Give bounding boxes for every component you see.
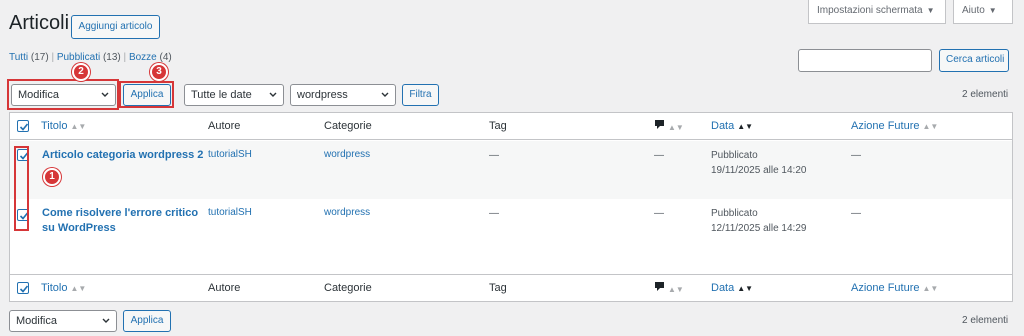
step-badge-2: 2: [72, 63, 90, 81]
table-footer: Titolo ▲▼ Autore Categorie Tag ▲▼ Data ▲▼ …: [10, 274, 1012, 301]
page-title: Articoli: [9, 12, 70, 34]
check-icon: [19, 285, 29, 293]
column-author: Autore: [208, 120, 241, 132]
post-title-line: Come risolvere l'errore critico: [42, 207, 199, 219]
column-author: Autore: [208, 282, 241, 294]
chevron-down-icon: [381, 92, 389, 97]
post-comments: —: [654, 150, 664, 161]
post-tags: —: [489, 208, 499, 219]
comment-icon: [655, 282, 664, 291]
post-title-link[interactable]: Come risolvere l'errore critico su WordP…: [42, 206, 198, 236]
category-filter-value: wordpress: [297, 89, 348, 101]
post-date: 19/11/2025 alle 14:20: [711, 165, 807, 176]
column-date-label: Data: [711, 120, 735, 132]
highlight-apply-button: [119, 81, 174, 108]
column-title-label: Titolo: [41, 282, 68, 294]
items-count-top: 2 elementi: [962, 89, 1009, 100]
step-badge-3: 3: [150, 63, 168, 81]
select-all-checkbox-bottom[interactable]: [17, 282, 29, 294]
column-date-label: Data: [711, 282, 735, 294]
post-date: 12/11/2025 alle 14:29: [711, 223, 807, 234]
column-categories: Categorie: [324, 120, 372, 132]
chevron-down-icon: [269, 92, 277, 97]
column-comments-sort[interactable]: ▲▼: [654, 281, 684, 295]
post-status: Pubblicato: [711, 208, 758, 219]
table-row: Articolo categoria wordpress 2 tutorialS…: [10, 141, 1012, 199]
screen-options-label: Impostazioni schermata: [817, 5, 923, 16]
post-comments: —: [654, 208, 664, 219]
post-title-line: su WordPress: [42, 222, 116, 234]
view-all-link[interactable]: Tutti: [9, 52, 28, 63]
category-filter-select[interactable]: wordpress: [290, 84, 396, 106]
sort-icon: ▲▼: [70, 122, 87, 131]
column-future-action-label: Azione Future: [851, 120, 920, 132]
view-published-link[interactable]: Pubblicati: [57, 52, 100, 63]
select-all-checkbox[interactable]: [17, 120, 29, 132]
caret-down-icon: ▼: [988, 6, 997, 15]
sort-desc-icon: ▲▼: [737, 284, 754, 293]
items-count-bottom: 2 elementi: [962, 315, 1009, 326]
view-separator: |: [123, 52, 127, 63]
filter-button[interactable]: Filtra: [402, 84, 439, 106]
post-future-action: —: [851, 150, 861, 161]
bulk-action-select-bottom[interactable]: Modifica: [9, 310, 117, 332]
add-new-post-button[interactable]: Aggiungi articolo: [71, 15, 160, 39]
screen-options-button[interactable]: Impostazioni schermata ▼: [808, 0, 946, 24]
post-category-link[interactable]: wordpress: [324, 149, 370, 160]
view-drafts-link[interactable]: Bozze: [129, 52, 157, 63]
view-all-count: (17): [30, 52, 49, 63]
date-filter-select[interactable]: Tutte le date: [184, 84, 284, 106]
post-title-link[interactable]: Articolo categoria wordpress 2: [42, 148, 203, 163]
post-author-link[interactable]: tutorialSH: [208, 207, 252, 218]
column-title-sort[interactable]: Titolo ▲▼: [41, 120, 86, 132]
column-future-action-sort[interactable]: Azione Future ▲▼: [851, 120, 938, 132]
column-future-action-sort[interactable]: Azione Future ▲▼: [851, 282, 938, 294]
sort-icon: ▲▼: [70, 284, 87, 293]
table-header: Titolo ▲▼ Autore Categorie Tag ▲▼ Data ▲▼ …: [10, 113, 1012, 140]
column-date-sort[interactable]: Data ▲▼: [711, 120, 753, 132]
post-author-link[interactable]: tutorialSH: [208, 149, 252, 160]
column-comments-sort[interactable]: ▲▼: [654, 119, 684, 133]
view-separator: |: [51, 52, 55, 63]
caret-down-icon: ▼: [926, 6, 935, 15]
column-future-action-label: Azione Future: [851, 282, 920, 294]
view-drafts-count: (4): [159, 52, 172, 63]
column-tags: Tag: [489, 282, 507, 294]
post-status: Pubblicato: [711, 150, 758, 161]
post-tags: —: [489, 150, 499, 161]
posts-table: Titolo ▲▼ Autore Categorie Tag ▲▼ Data ▲▼ …: [9, 112, 1013, 302]
post-category-link[interactable]: wordpress: [324, 207, 370, 218]
column-date-sort[interactable]: Data ▲▼: [711, 282, 753, 294]
comment-icon: [655, 120, 664, 129]
apply-button-bottom[interactable]: Applica: [123, 310, 171, 332]
highlight-row-checkboxes: [14, 146, 29, 231]
highlight-bulk-action: [7, 79, 119, 110]
help-button[interactable]: Aiuto ▼: [953, 0, 1013, 24]
search-posts-button[interactable]: Cerca articoli: [939, 49, 1009, 72]
date-filter-value: Tutte le date: [191, 89, 252, 101]
sort-icon: ▲▼: [922, 284, 939, 293]
chevron-down-icon: [102, 318, 110, 323]
sort-desc-icon: ▲▼: [737, 122, 754, 131]
sort-icon: ▲▼: [922, 122, 939, 131]
column-categories: Categorie: [324, 282, 372, 294]
help-label: Aiuto: [962, 5, 985, 16]
table-row: Come risolvere l'errore critico su WordP…: [10, 199, 1012, 271]
step-badge-1: 1: [43, 168, 61, 186]
sort-icon: ▲▼: [668, 123, 684, 132]
bulk-action-value: Modifica: [16, 315, 57, 327]
search-input[interactable]: [798, 49, 932, 72]
column-title-sort[interactable]: Titolo ▲▼: [41, 282, 86, 294]
sort-icon: ▲▼: [668, 285, 684, 294]
view-published-count: (13): [102, 52, 121, 63]
post-future-action: —: [851, 208, 861, 219]
check-icon: [19, 123, 29, 131]
column-title-label: Titolo: [41, 120, 68, 132]
post-status-filters: Tutti (17) | Pubblicati (13) | Bozze (4): [9, 52, 172, 63]
column-tags: Tag: [489, 120, 507, 132]
